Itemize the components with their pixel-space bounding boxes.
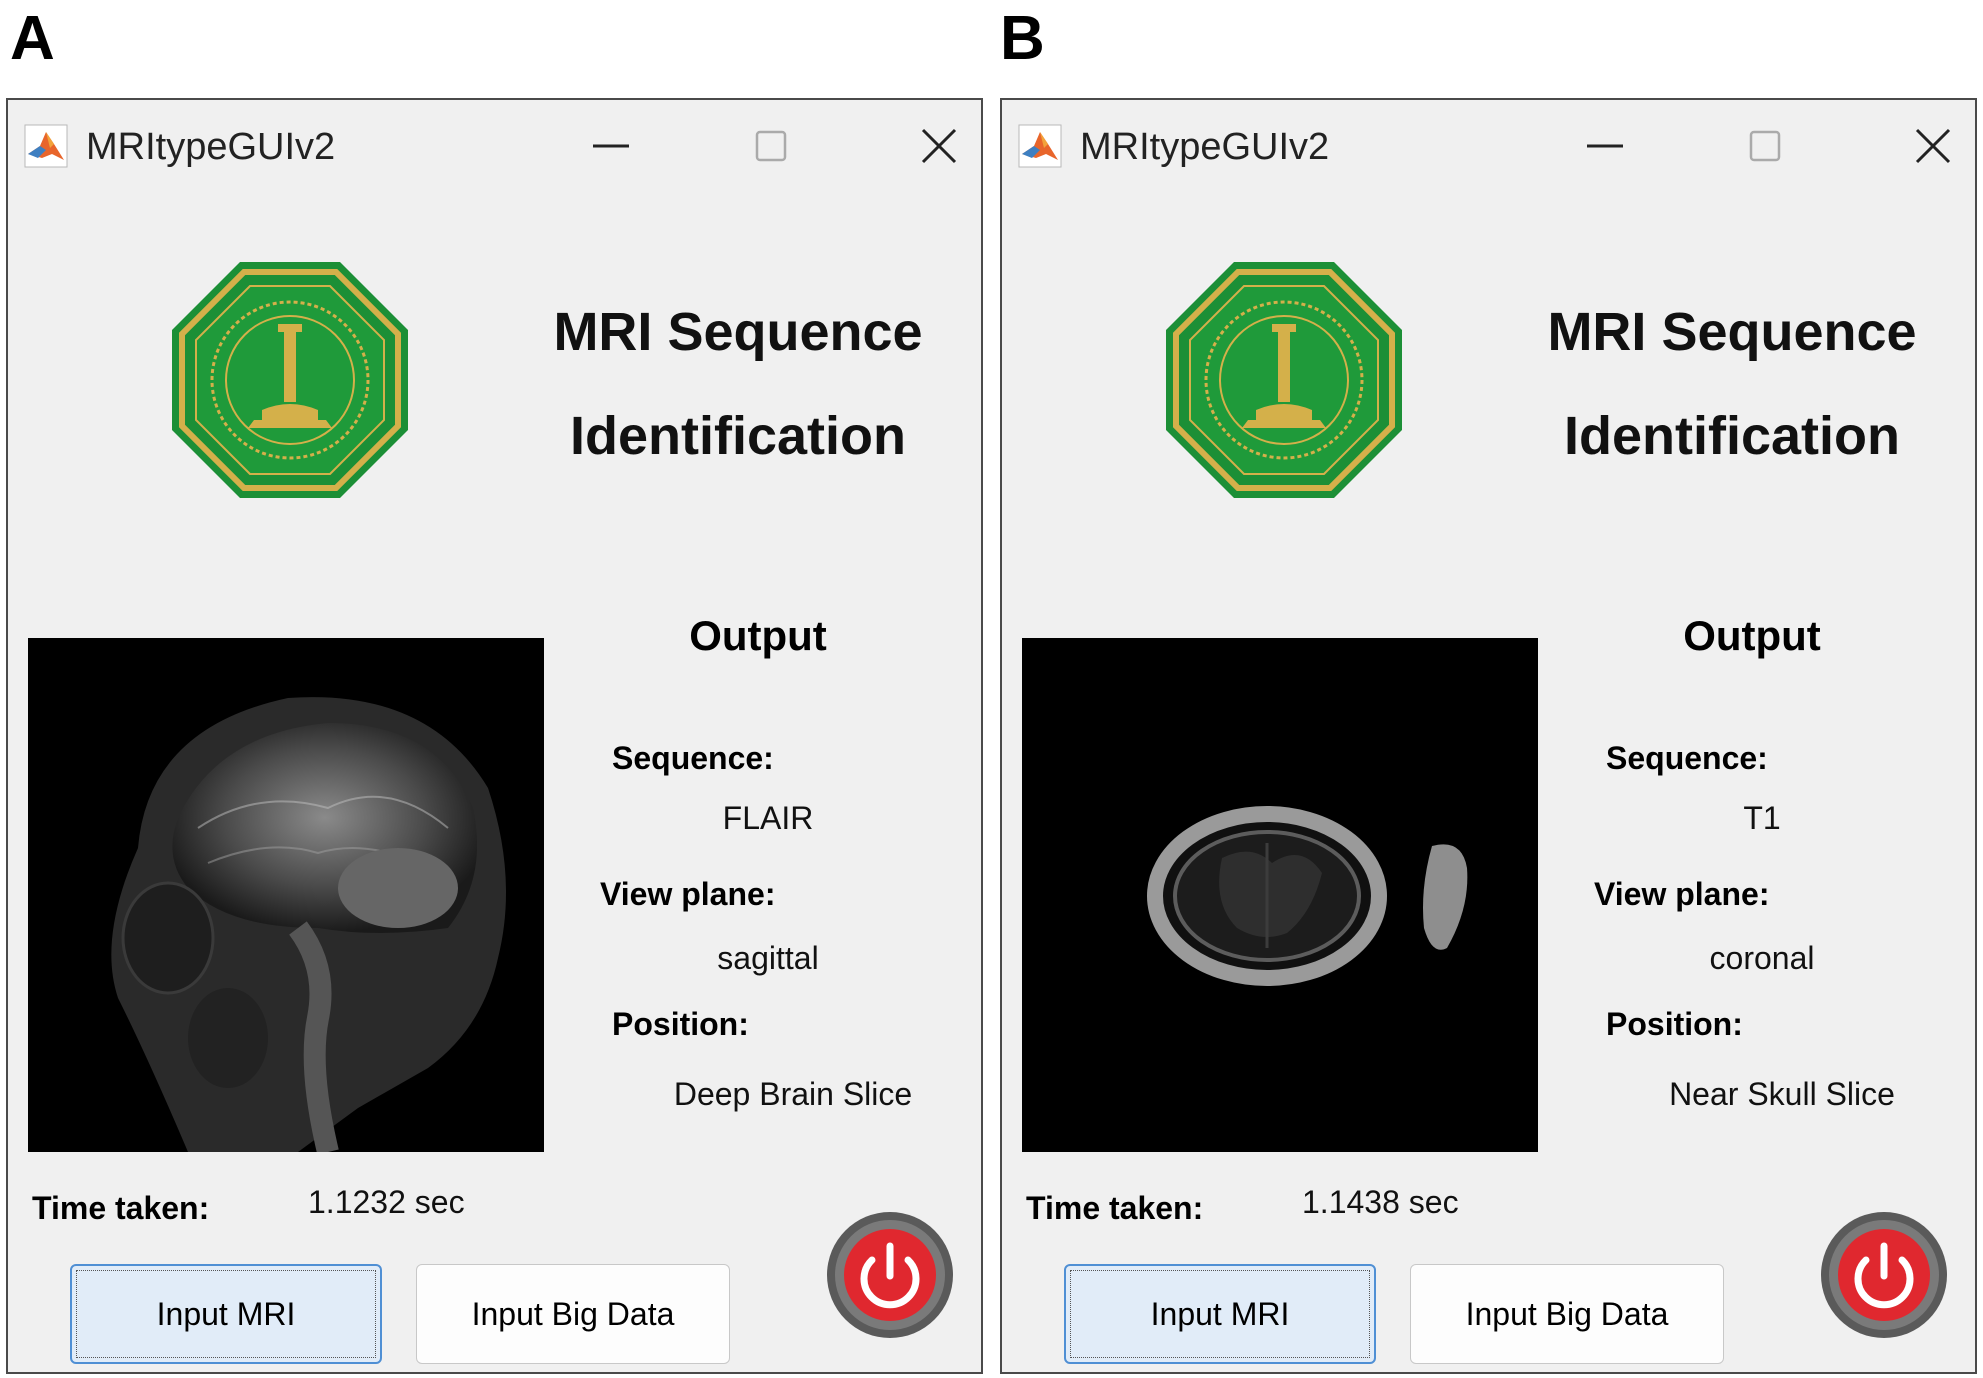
time-taken-value: 1.1438 sec: [1302, 1184, 1459, 1220]
time-taken-label: Time taken:: [1026, 1190, 1204, 1226]
app-window-b: MRItypeGUIv2 MRI Sequence Identification…: [1000, 98, 1977, 1374]
position-label: Position:: [612, 1006, 749, 1042]
maximize-icon[interactable]: [741, 116, 801, 176]
close-icon[interactable]: [909, 116, 969, 176]
window-title: MRItypeGUIv2: [1080, 126, 1330, 168]
university-seal-logo: [172, 262, 408, 498]
input-big-data-button[interactable]: Input Big Data: [416, 1264, 730, 1364]
view-plane-label: View plane:: [1594, 876, 1770, 912]
input-mri-button[interactable]: Input MRI: [70, 1264, 382, 1364]
matlab-logo-icon: [1018, 124, 1062, 168]
time-taken-label: Time taken:: [32, 1190, 210, 1226]
minimize-icon[interactable]: [581, 116, 641, 176]
view-plane-label: View plane:: [600, 876, 776, 912]
close-icon[interactable]: [1903, 116, 1963, 176]
mri-image-sagittal: [28, 638, 544, 1155]
sequence-value: T1: [1743, 800, 1781, 836]
app-heading: MRI Sequence Identification: [1502, 280, 1962, 488]
view-plane-value: coronal: [1709, 940, 1815, 976]
sequence-value: FLAIR: [722, 800, 814, 836]
position-label: Position:: [1606, 1006, 1743, 1042]
input-mri-button[interactable]: Input MRI: [1064, 1264, 1376, 1364]
app-heading: MRI Sequence Identification: [508, 280, 968, 488]
maximize-icon[interactable]: [1735, 116, 1795, 176]
app-window-a: MRItypeGUIv2 MRI Sequence Identification…: [6, 98, 983, 1374]
heading-line-2: Identification: [1564, 406, 1900, 466]
output-heading: Output: [689, 612, 827, 659]
panel-letter-a: A: [10, 4, 55, 73]
panel-letter-b: B: [1000, 4, 1045, 73]
heading-line-1: MRI Sequence: [1547, 302, 1917, 362]
university-seal-logo: [1166, 262, 1402, 498]
matlab-logo-icon: [24, 124, 68, 168]
view-plane-value: sagittal: [717, 940, 819, 976]
heading-line-1: MRI Sequence: [553, 302, 923, 362]
position-value: Near Skull Slice: [1669, 1076, 1895, 1112]
minimize-icon[interactable]: [1575, 116, 1635, 176]
title-bar[interactable]: MRItypeGUIv2: [8, 100, 981, 192]
power-icon[interactable]: [1819, 1210, 1949, 1340]
time-taken-value: 1.1232 sec: [308, 1184, 465, 1220]
position-value: Deep Brain Slice: [673, 1076, 913, 1112]
input-big-data-button[interactable]: Input Big Data: [1410, 1264, 1724, 1364]
output-heading: Output: [1683, 612, 1821, 659]
power-icon[interactable]: [825, 1210, 955, 1340]
sequence-label: Sequence:: [1606, 740, 1768, 776]
window-title: MRItypeGUIv2: [86, 126, 336, 168]
heading-line-2: Identification: [570, 406, 906, 466]
sequence-label: Sequence:: [612, 740, 774, 776]
mri-image-coronal: [1022, 638, 1538, 1152]
title-bar[interactable]: MRItypeGUIv2: [1002, 100, 1975, 192]
